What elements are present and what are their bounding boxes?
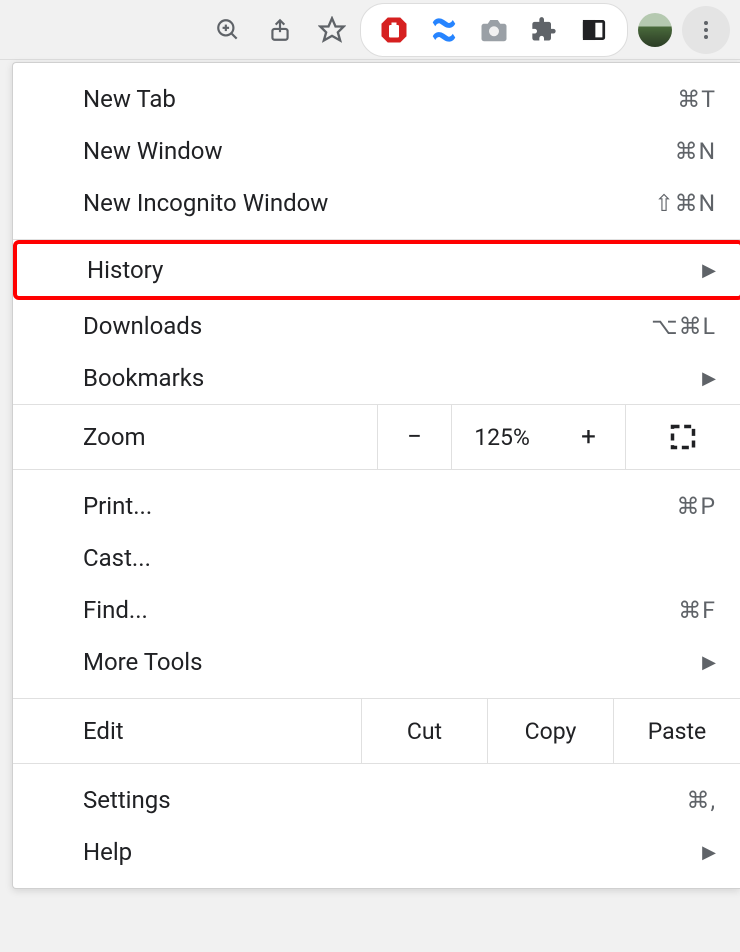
- menu-shortcut: ⌘N: [675, 138, 716, 165]
- menu-item-label: New Tab: [83, 85, 176, 113]
- share-icon[interactable]: [256, 6, 304, 54]
- bookmark-star-icon[interactable]: [308, 6, 356, 54]
- edit-copy-button[interactable]: Copy: [488, 699, 614, 763]
- side-panel-icon[interactable]: [571, 6, 617, 54]
- menu-shortcut: ⇧⌘N: [654, 190, 716, 217]
- menu-history[interactable]: History ▶: [17, 244, 740, 296]
- menu-item-label: Downloads: [83, 312, 202, 340]
- zoom-label: Zoom: [13, 405, 378, 469]
- ublock-extension-icon[interactable]: [371, 6, 417, 54]
- extensions-bar: [360, 3, 628, 57]
- zoom-value: 125%: [452, 405, 552, 469]
- edit-cut-button[interactable]: Cut: [362, 699, 488, 763]
- menu-item-label: Bookmarks: [83, 364, 204, 392]
- profile-avatar[interactable]: [638, 13, 672, 47]
- zoom-page-icon[interactable]: [204, 6, 252, 54]
- menu-settings[interactable]: Settings ⌘,: [13, 774, 740, 826]
- confluence-extension-icon[interactable]: [421, 6, 467, 54]
- zoom-out-button[interactable]: −: [378, 405, 452, 469]
- menu-item-label: Help: [83, 838, 132, 866]
- menu-item-label: New Incognito Window: [83, 189, 328, 217]
- submenu-arrow-icon: ▶: [702, 368, 716, 389]
- menu-bookmarks[interactable]: Bookmarks ▶: [13, 352, 740, 404]
- menu-item-label: Settings: [83, 786, 171, 814]
- menu-zoom-row: Zoom − 125% +: [13, 405, 740, 469]
- browser-toolbar: [0, 0, 740, 60]
- menu-item-label: History: [87, 256, 163, 284]
- menu-shortcut: ⌘P: [676, 493, 716, 520]
- menu-shortcut: ⌘,: [686, 787, 716, 814]
- menu-more-tools[interactable]: More Tools ▶: [13, 636, 740, 688]
- menu-shortcut: ⌘T: [677, 86, 716, 113]
- submenu-arrow-icon: ▶: [702, 260, 716, 281]
- submenu-arrow-icon: ▶: [702, 842, 716, 863]
- menu-find[interactable]: Find... ⌘F: [13, 584, 740, 636]
- menu-downloads[interactable]: Downloads ⌥⌘L: [13, 300, 740, 352]
- menu-item-label: New Window: [83, 137, 222, 165]
- menu-item-label: Cast...: [83, 544, 151, 572]
- menu-shortcut: ⌥⌘L: [651, 313, 716, 340]
- menu-help[interactable]: Help ▶: [13, 826, 740, 878]
- menu-cast[interactable]: Cast...: [13, 532, 740, 584]
- menu-item-label: More Tools: [83, 648, 203, 676]
- extensions-puzzle-icon[interactable]: [521, 6, 567, 54]
- edit-paste-button[interactable]: Paste: [614, 699, 740, 763]
- submenu-arrow-icon: ▶: [702, 652, 716, 673]
- menu-print[interactable]: Print... ⌘P: [13, 480, 740, 532]
- edit-label: Edit: [13, 699, 362, 763]
- menu-item-label: Find...: [83, 596, 148, 624]
- fullscreen-button[interactable]: [626, 405, 740, 469]
- menu-item-label: Print...: [83, 492, 152, 520]
- menu-new-tab[interactable]: New Tab ⌘T: [13, 73, 740, 125]
- zoom-in-button[interactable]: +: [552, 405, 626, 469]
- more-menu-button[interactable]: [682, 6, 730, 54]
- camera-extension-icon[interactable]: [471, 6, 517, 54]
- menu-new-window[interactable]: New Window ⌘N: [13, 125, 740, 177]
- chrome-main-menu: New Tab ⌘T New Window ⌘N New Incognito W…: [12, 62, 740, 889]
- menu-shortcut: ⌘F: [678, 597, 716, 624]
- menu-edit-row: Edit Cut Copy Paste: [13, 699, 740, 763]
- menu-new-incognito[interactable]: New Incognito Window ⇧⌘N: [13, 177, 740, 229]
